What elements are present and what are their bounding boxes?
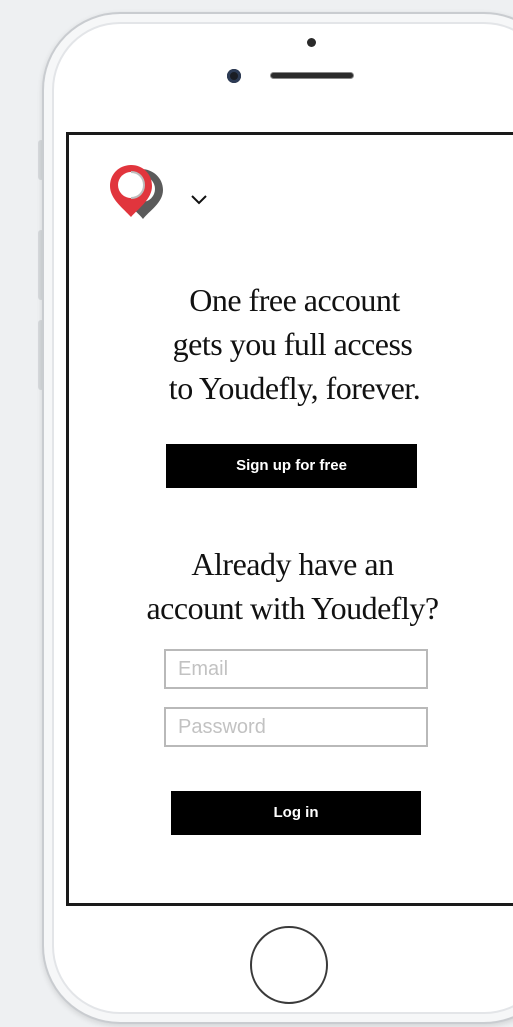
- home-button-icon[interactable]: [250, 926, 328, 1004]
- youdefly-pin-logo-icon[interactable]: [109, 163, 165, 221]
- earpiece-speaker: [270, 72, 354, 79]
- password-input[interactable]: [164, 707, 428, 747]
- email-input[interactable]: [164, 649, 428, 689]
- log-in-button[interactable]: Log in: [171, 791, 421, 835]
- signup-headline-line: to Youdefly, forever.: [168, 370, 421, 406]
- proximity-sensor: [307, 38, 316, 47]
- login-headline: Already have an account with Youdefly?: [69, 542, 513, 630]
- login-headline-line: account with Youdefly?: [146, 590, 439, 626]
- signup-headline-line: gets you full access: [172, 326, 413, 362]
- sign-up-button[interactable]: Sign up for free: [166, 444, 417, 488]
- login-headline-line: Already have an: [191, 546, 394, 582]
- front-camera: [227, 69, 241, 83]
- signup-headline: One free account gets you full access to…: [69, 278, 513, 410]
- signup-headline-line: One free account: [189, 282, 400, 318]
- phone-screen: One free account gets you full access to…: [66, 132, 513, 906]
- chevron-down-icon[interactable]: [190, 193, 208, 205]
- page: One free account gets you full access to…: [0, 0, 513, 1027]
